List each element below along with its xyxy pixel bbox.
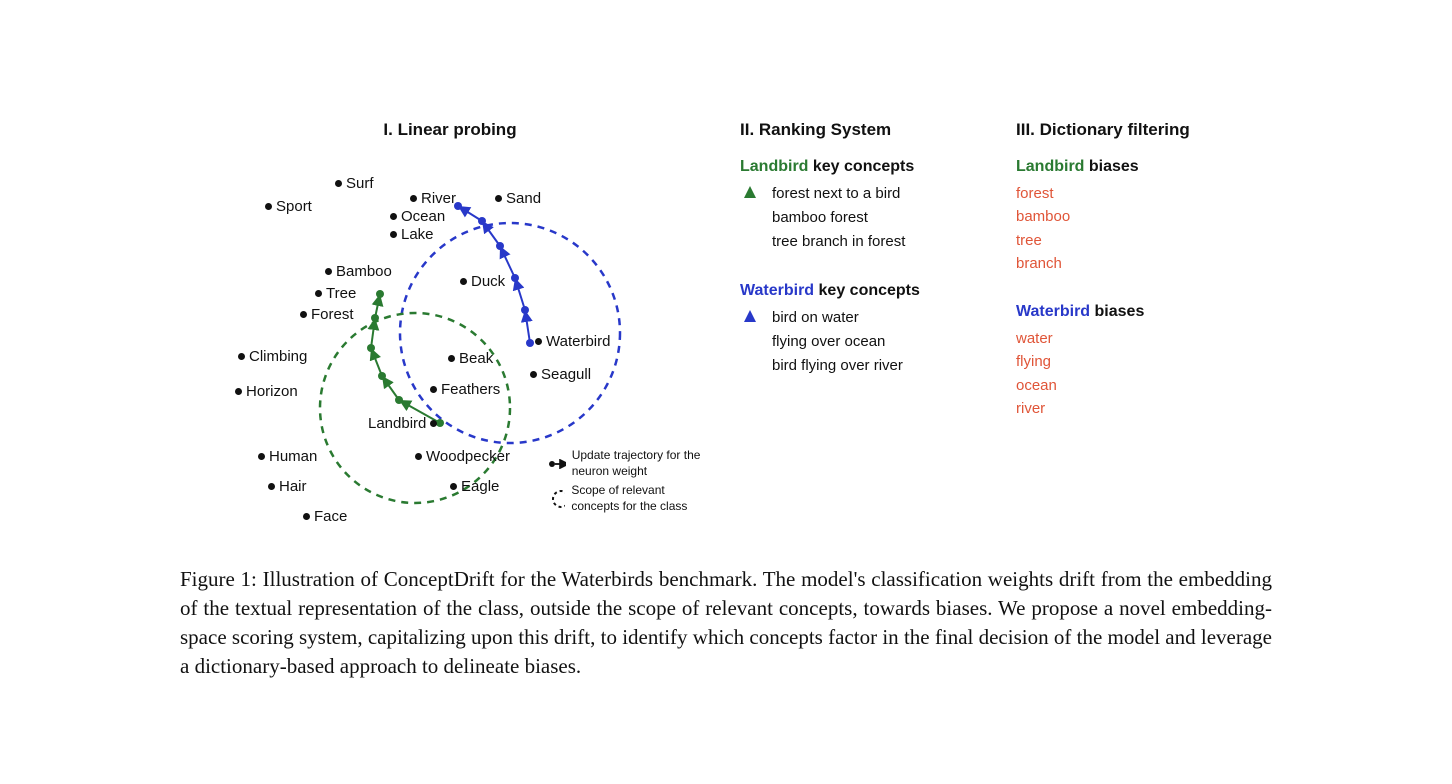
bias-item: tree: [1016, 229, 1272, 252]
pt-tree: Tree: [315, 285, 356, 302]
concept-item: flying over ocean: [772, 330, 903, 354]
waterbird-concepts-head: Waterbird key concepts: [740, 282, 996, 300]
pt-hair: Hair: [268, 478, 307, 495]
landbird-biases-list: forest bamboo tree branch: [1016, 182, 1272, 275]
pt-face: Face: [303, 508, 347, 525]
bias-item: flying: [1016, 350, 1272, 373]
pt-lake: Lake: [390, 226, 434, 243]
legend-scope-text: Scope of relevant concepts for the class: [571, 483, 713, 514]
pt-landbird: Landbird: [368, 415, 437, 432]
legend: Update trajectory for the neuron weight …: [548, 448, 713, 518]
up-arrow-green-icon: [740, 182, 760, 254]
legend-dashed-circle-icon: [548, 489, 565, 509]
bias-item: water: [1016, 327, 1272, 350]
pt-human: Human: [258, 448, 317, 465]
panel3-title: III. Dictionary filtering: [1016, 120, 1272, 140]
pt-sport: Sport: [265, 198, 312, 215]
pt-river: River: [410, 190, 456, 207]
blue-traj-seg: [525, 310, 530, 343]
bias-item: forest: [1016, 182, 1272, 205]
pt-surf: Surf: [335, 175, 374, 192]
pt-duck: Duck: [460, 273, 505, 290]
panel2-title: II. Ranking System: [740, 120, 996, 140]
blue-traj-seg: [515, 278, 525, 310]
up-arrow-blue-icon: [740, 306, 760, 378]
bias-item: bamboo: [1016, 205, 1272, 228]
pt-forest: Forest: [300, 306, 354, 323]
pt-bamboo: Bamboo: [325, 263, 392, 280]
pt-seagull: Seagull: [530, 366, 591, 383]
landbird-concepts-list: forest next to a bird bamboo forest tree…: [772, 182, 905, 254]
pt-horizon: Horizon: [235, 383, 298, 400]
waterbird-biases-list: water flying ocean river: [1016, 327, 1272, 420]
concept-item: tree branch in forest: [772, 230, 905, 254]
legend-update-text: Update trajectory for the neuron weight: [572, 448, 713, 479]
green-traj-seg: [382, 376, 399, 400]
waterbird-concepts-list: bird on water flying over ocean bird fly…: [772, 306, 903, 378]
panel-ranking-system: II. Ranking System Landbird key concepts…: [740, 120, 996, 540]
pt-eagle: Eagle: [450, 478, 499, 495]
pt-woodpecker: Woodpecker: [415, 448, 510, 465]
bias-item: ocean: [1016, 374, 1272, 397]
concept-item: forest next to a bird: [772, 182, 905, 206]
panel-linear-probing: I. Linear probing: [180, 120, 720, 540]
panel-dictionary-filtering: III. Dictionary filtering Landbird biase…: [1016, 120, 1272, 540]
concept-item: bamboo forest: [772, 206, 905, 230]
pt-ocean: Ocean: [390, 208, 445, 225]
figure-container: I. Linear probing: [180, 120, 1272, 681]
concept-item: bird flying over river: [772, 354, 903, 378]
blue-traj-seg: [482, 221, 500, 246]
landbird-concepts-head: Landbird key concepts: [740, 158, 996, 176]
pt-waterbird: Waterbird: [535, 333, 610, 350]
waterbird-concepts-block: bird on water flying over ocean bird fly…: [740, 306, 996, 378]
pt-climbing: Climbing: [238, 348, 307, 365]
green-traj-seg: [371, 318, 375, 348]
scatter-area: Surf River Sand Sport Ocean Lake Bamboo …: [180, 148, 720, 548]
landbird-scope-circle: [320, 313, 510, 503]
legend-arrow-icon: [548, 459, 566, 469]
pt-feathers: Feathers: [430, 381, 500, 398]
blue-traj-seg: [458, 206, 482, 221]
green-traj-seg: [371, 348, 382, 376]
landbird-concepts-block: forest next to a bird bamboo forest tree…: [740, 182, 996, 254]
panels-row: I. Linear probing: [180, 120, 1272, 540]
legend-update-row: Update trajectory for the neuron weight: [548, 448, 713, 479]
pt-beak: Beak: [448, 350, 493, 367]
pt-sand: Sand: [495, 190, 541, 207]
waterbird-biases-head: Waterbird biases: [1016, 303, 1272, 321]
panel1-title: I. Linear probing: [180, 120, 720, 140]
concept-item: bird on water: [772, 306, 903, 330]
landbird-biases-head: Landbird biases: [1016, 158, 1272, 176]
legend-scope-row: Scope of relevant concepts for the class: [548, 483, 713, 514]
bias-item: branch: [1016, 252, 1272, 275]
figure-caption: Figure 1: Illustration of ConceptDrift f…: [180, 565, 1272, 681]
bias-item: river: [1016, 397, 1272, 420]
green-traj-seg: [375, 294, 380, 318]
